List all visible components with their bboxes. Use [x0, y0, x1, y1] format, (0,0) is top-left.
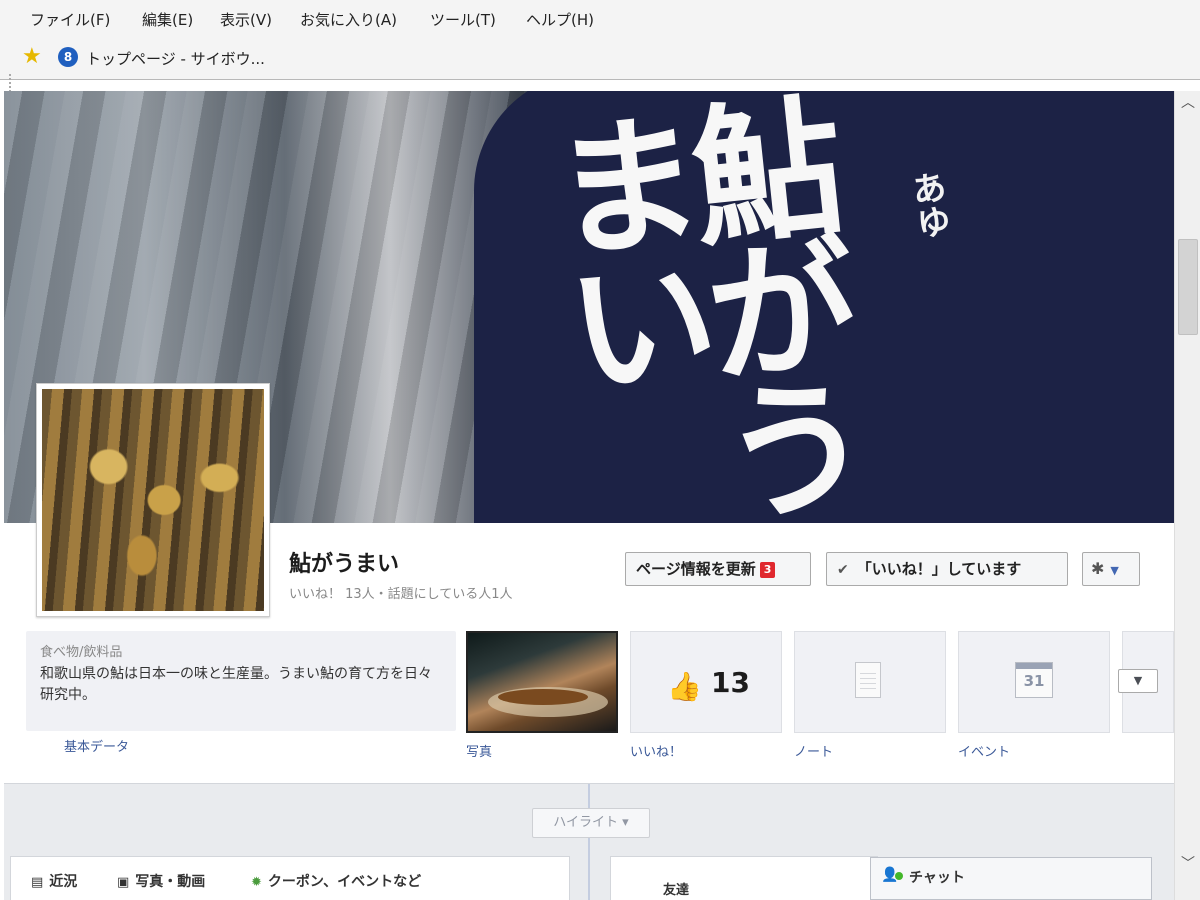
tab-photo-label: 写真・動画 [135, 874, 206, 890]
menu-file[interactable]: ファイル(F) [30, 9, 110, 30]
status-icon: ▤ [31, 875, 44, 890]
thumbs-up-icon: 👍 [667, 670, 702, 703]
page-description: 和歌山県の鮎は日本一の味と生産量。うまい鮎の育て方を日々研究中。 [40, 666, 432, 703]
favorites-bar: ★ 8 トップページ - サイボウ... [0, 36, 1200, 112]
update-page-info-button[interactable]: ページ情報を更新 3 [625, 552, 811, 586]
chat-label: チャット [909, 870, 965, 886]
menu-help[interactable]: ヘルプ(H) [526, 9, 594, 30]
likes-count: 13 [711, 666, 750, 699]
tab-offers-label: クーポン、イベントなど [267, 874, 422, 890]
likes-tile-label[interactable]: いいね！ [630, 741, 682, 760]
friends-box[interactable]: 友達 [610, 856, 878, 900]
events-tile-label[interactable]: イベント [958, 741, 1010, 760]
liked-button[interactable]: ✔ 「いいね！」しています [826, 552, 1068, 586]
chevron-down-icon: ▼ [1110, 564, 1119, 577]
menu-edit[interactable]: 編集(E) [142, 9, 193, 30]
notification-badge: 3 [759, 562, 776, 578]
site-favicon-icon: 8 [58, 47, 78, 67]
liked-button-label: 「いいね！」しています [856, 560, 1022, 578]
favorite-link[interactable]: トップページ - サイボウ... [86, 48, 265, 69]
likes-tile[interactable]: 👍 13 [630, 631, 782, 733]
menu-favorites[interactable]: お気に入り(A) [300, 9, 397, 30]
more-tiles-button[interactable]: ▼ [1118, 669, 1158, 693]
menu-tools[interactable]: ツール(T) [430, 9, 496, 30]
cover-furigana: あゆ [903, 168, 953, 242]
highlight-dropdown[interactable]: ハイライト ▾ [532, 808, 650, 838]
notes-tile-label[interactable]: ノート [794, 741, 833, 760]
grilled-ayu-photo [42, 389, 264, 611]
photos-tile[interactable] [466, 631, 618, 733]
page-title[interactable]: 鮎がうまい [289, 546, 399, 578]
page-stats: いいね！ 13人・話題にしている人1人 [289, 587, 513, 602]
about-box[interactable]: 食べ物/飲料品 和歌山県の鮎は日本一の味と生産量。うまい鮎の育て方を日々研究中。 [26, 631, 456, 731]
photos-tile-label[interactable]: 写真 [466, 741, 492, 760]
chat-bar[interactable]: 👤 チャット [870, 857, 1152, 900]
offer-icon: ✹ [251, 875, 262, 890]
camera-icon: ▣ [117, 875, 130, 890]
check-icon: ✔ [837, 562, 849, 578]
notes-tile[interactable] [794, 631, 946, 733]
friends-label: 友達 [663, 883, 690, 898]
composer-box: ▤ 近況 ▣ 写真・動画 ✹ クーポン、イベントなど [10, 856, 570, 900]
online-status-icon [895, 872, 903, 880]
facebook-page: 鮎がうまい あゆ 鮎がうまい いいね！ 13人・話題にしている人1人 ページ情報… [4, 91, 1174, 900]
scroll-up-icon[interactable]: ︿ [1175, 91, 1200, 115]
events-tile[interactable]: 31 [958, 631, 1110, 733]
profile-picture[interactable] [36, 383, 270, 617]
cover-calligraphy: 鮎がうまい [519, 91, 878, 522]
menu-view[interactable]: 表示(V) [220, 9, 272, 30]
gear-icon: ✱ [1091, 559, 1105, 578]
fish-shape [498, 689, 588, 705]
update-button-label: ページ情報を更新 [636, 560, 756, 578]
add-favorite-star-icon[interactable]: ★ [22, 44, 42, 69]
page-category: 食べ物/飲料品 [40, 645, 123, 660]
tab-status[interactable]: ▤ 近況 [31, 871, 77, 891]
tab-status-label: 近況 [49, 874, 78, 890]
calendar-icon: 31 [1015, 662, 1053, 698]
note-icon [855, 662, 881, 698]
scroll-down-icon[interactable]: ﹀ [1175, 852, 1200, 876]
tab-offers-events[interactable]: ✹ クーポン、イベントなど [251, 871, 421, 891]
timeline-spine [588, 784, 590, 900]
vertical-scrollbar[interactable]: ︿ ﹀ [1174, 91, 1200, 900]
scroll-thumb[interactable] [1178, 239, 1198, 335]
menu-bar: ファイル(F) 編集(E) 表示(V) お気に入り(A) ツール(T) ヘルプ(… [0, 0, 1200, 36]
about-link[interactable]: 基本データ [64, 736, 129, 755]
settings-dropdown-button[interactable]: ✱ ▼ [1082, 552, 1140, 586]
tab-photo-video[interactable]: ▣ 写真・動画 [117, 871, 205, 891]
